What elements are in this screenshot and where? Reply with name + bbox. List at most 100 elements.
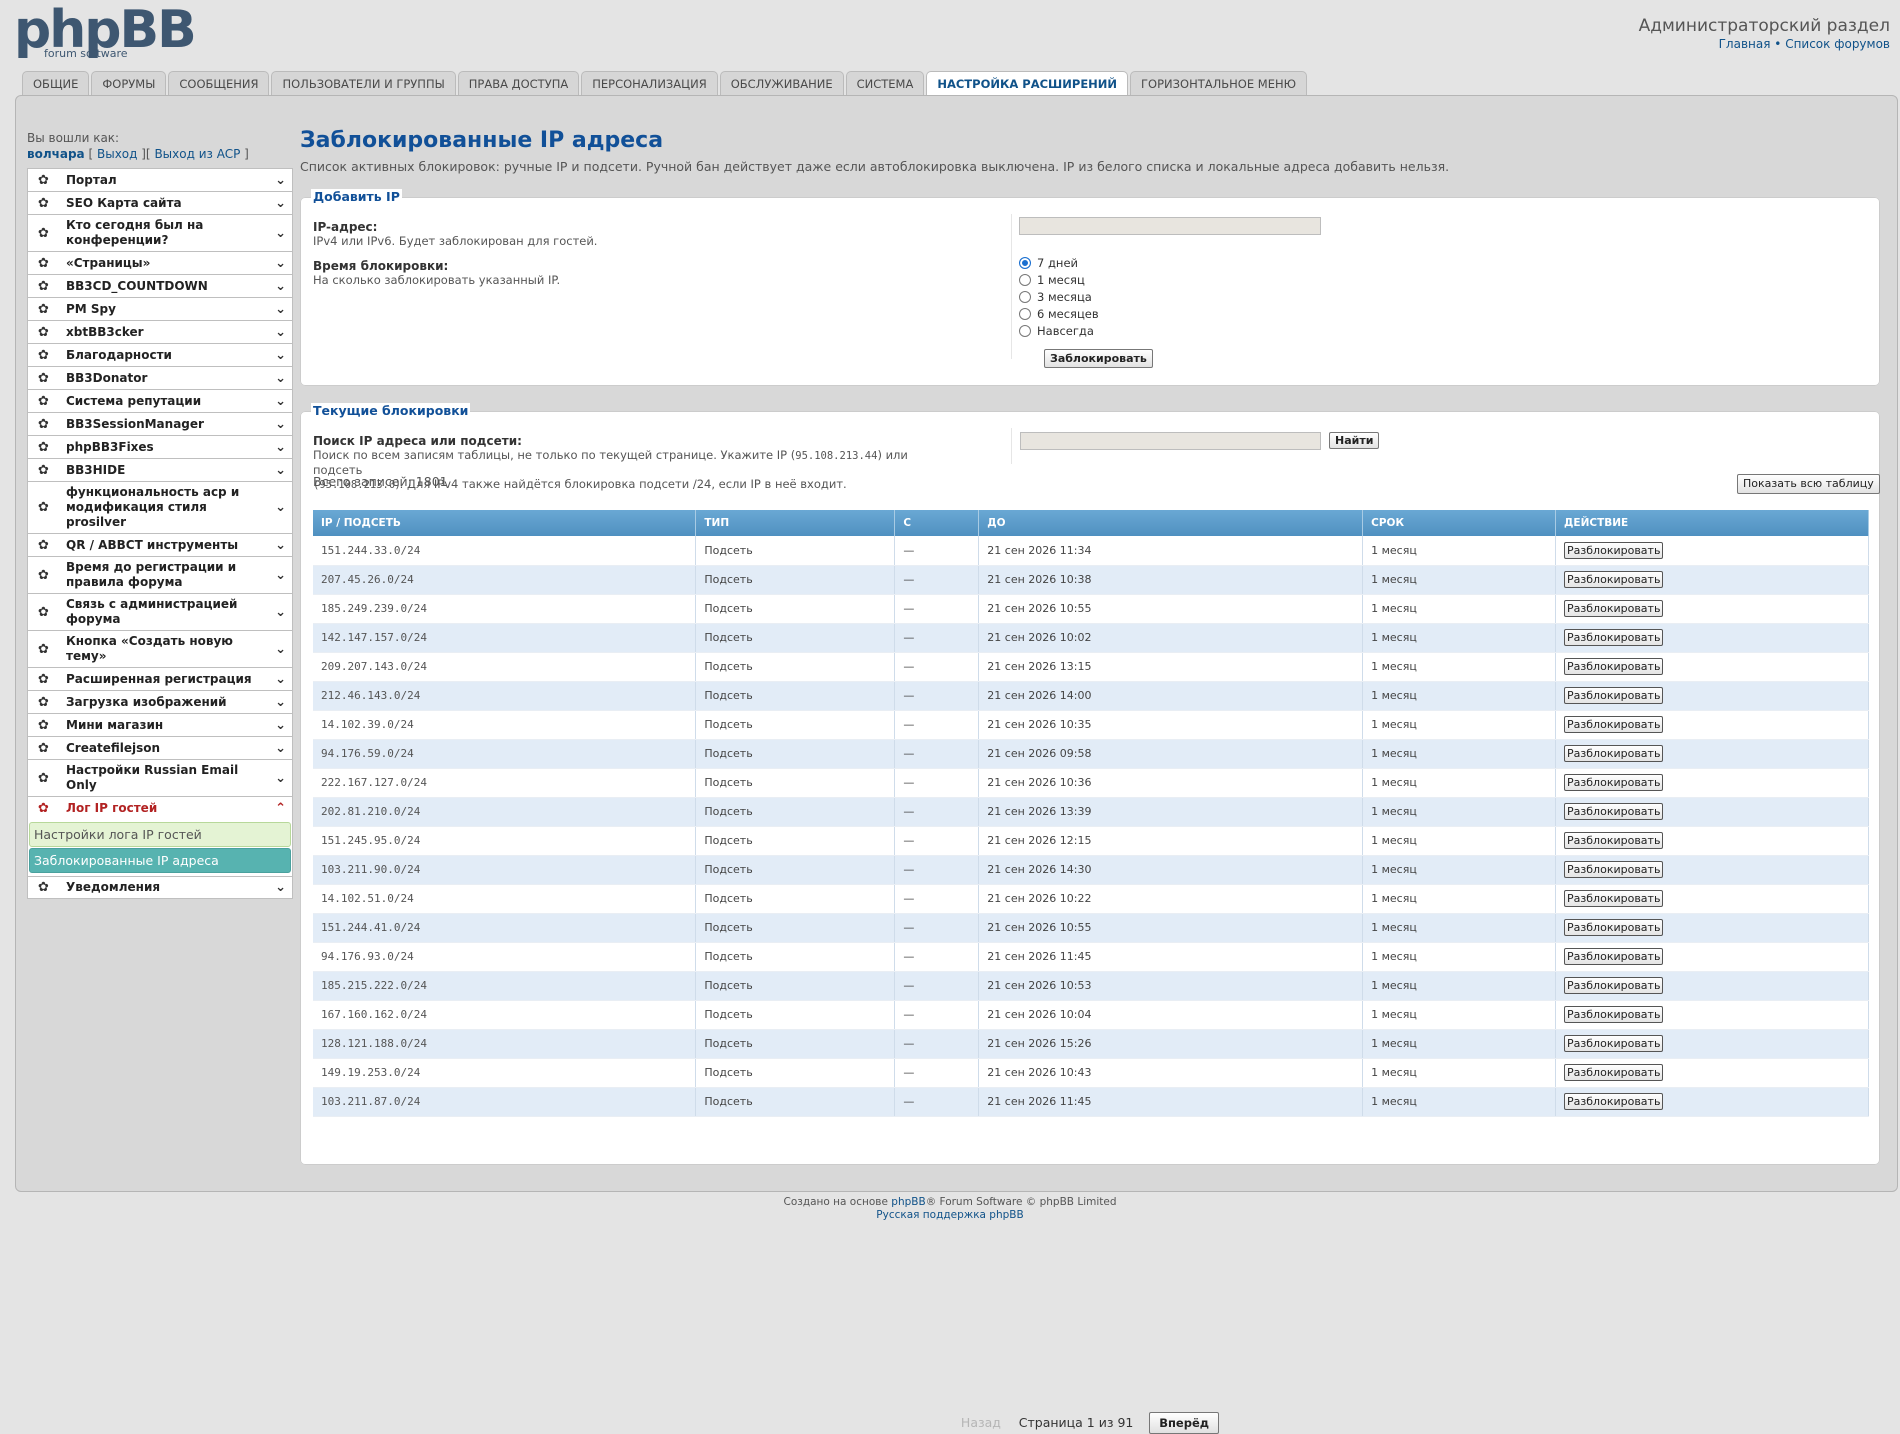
unban-button[interactable]: Разблокировать: [1564, 629, 1664, 646]
radio-button[interactable]: [1019, 274, 1031, 286]
unban-button[interactable]: Разблокировать: [1564, 1064, 1664, 1081]
unban-button[interactable]: Разблокировать: [1564, 1093, 1664, 1110]
column-header: Срок: [1362, 510, 1557, 536]
table-cell: —: [894, 565, 980, 595]
footer-russian-support-link[interactable]: Русская поддержка phpBB: [0, 1209, 1900, 1222]
sidebar-item-4[interactable]: ✿ BB3CD_COUNTDOWN ⌄: [27, 274, 293, 297]
sidebar-item-16[interactable]: ✿ Связь с администрацией форума ⌄: [27, 593, 293, 630]
sidebar-item-12[interactable]: ✿ BB3HIDE ⌄: [27, 458, 293, 481]
sidebar-item-0[interactable]: ✿ Портал ⌄: [27, 168, 293, 191]
tab-2[interactable]: Сообщения: [168, 71, 270, 95]
table-row: 103.211.87.0/24 Подсеть —21 сен 2026 11:45…: [313, 1087, 1869, 1117]
unban-button[interactable]: Разблокировать: [1564, 803, 1664, 820]
unban-button[interactable]: Разблокировать: [1564, 919, 1664, 936]
forum-list-link[interactable]: Список форумов: [1785, 37, 1890, 51]
unban-button[interactable]: Разблокировать: [1564, 1035, 1664, 1052]
unban-button[interactable]: Разблокировать: [1564, 687, 1664, 704]
username-link[interactable]: волчара: [27, 147, 85, 161]
submenu-blocked-ip-addresses[interactable]: Заблокированные IP адреса: [29, 848, 291, 873]
sidebar-item-notifications[interactable]: ✿ Уведомления ⌄: [27, 876, 293, 899]
tab-1[interactable]: Форумы: [91, 71, 167, 95]
tab-5[interactable]: Персонализация: [581, 71, 718, 95]
gear-icon: ✿: [38, 278, 49, 294]
radio-button[interactable]: [1019, 257, 1031, 269]
sidebar-item-5[interactable]: ✿ PM Spy ⌄: [27, 297, 293, 320]
search-button[interactable]: Найти: [1329, 432, 1380, 449]
unban-button[interactable]: Разблокировать: [1564, 745, 1664, 762]
search-ip-input[interactable]: [1020, 432, 1321, 450]
next-page-button[interactable]: Вперёд: [1149, 1412, 1220, 1434]
unban-button[interactable]: Разблокировать: [1564, 774, 1664, 791]
ban-duration-option[interactable]: 1 месяц: [1019, 272, 1099, 289]
ban-duration-option[interactable]: 7 дней: [1019, 255, 1099, 272]
chevron-down-icon: ⌄: [275, 537, 286, 553]
gear-icon: ✿: [38, 347, 49, 363]
menu-item-label: Мини магазин: [66, 717, 164, 732]
current-bans-fieldset: Текущие блокировки Поиск IP адреса или п…: [300, 403, 1880, 1434]
unban-button[interactable]: Разблокировать: [1564, 1006, 1664, 1023]
radio-button[interactable]: [1019, 308, 1031, 320]
phpbb-logo[interactable]: phpBB forum software: [14, 4, 214, 66]
footer-powered-pre: Создано на основе: [783, 1196, 888, 1208]
ban-duration-option[interactable]: 3 месяца: [1019, 289, 1099, 306]
tab-7[interactable]: Система: [845, 71, 925, 95]
table-cell: 21 сен 2026 10:36: [978, 768, 1364, 798]
unban-button[interactable]: Разблокировать: [1564, 890, 1664, 907]
unban-button[interactable]: Разблокировать: [1564, 861, 1664, 878]
sidebar-item-guest-ip-log[interactable]: ✿ Лог IP гостей ⌃: [27, 796, 293, 819]
sidebar-item-18[interactable]: ✿ Расширенная регистрация ⌄: [27, 667, 293, 690]
sidebar-item-1[interactable]: ✿ SEO Карта сайта ⌄: [27, 191, 293, 214]
logout-link[interactable]: Выход: [97, 147, 137, 161]
unban-button[interactable]: Разблокировать: [1564, 977, 1664, 994]
tab-6[interactable]: Обслуживание: [719, 71, 844, 95]
main-content: Заблокированные IP адреса Список активны…: [300, 127, 1880, 1434]
table-cell: 1 месяц: [1362, 971, 1557, 1001]
add-ip-legend: Добавить IP: [311, 189, 402, 204]
search-hint-3: ). Для IPv4 также найдётся блокировка по…: [395, 477, 847, 491]
ban-duration-option[interactable]: 6 месяцев: [1019, 306, 1099, 323]
column-header: Действие: [1555, 510, 1869, 536]
unban-button[interactable]: Разблокировать: [1564, 948, 1664, 965]
sidebar-item-9[interactable]: ✿ Система репутации ⌄: [27, 389, 293, 412]
sidebar-item-10[interactable]: ✿ BB3SessionManager ⌄: [27, 412, 293, 435]
ban-duration-option[interactable]: Навсегда: [1019, 323, 1099, 340]
unban-button[interactable]: Разблокировать: [1564, 658, 1664, 675]
table-cell: 1 месяц: [1362, 536, 1557, 566]
sidebar-item-19[interactable]: ✿ Загрузка изображений ⌄: [27, 690, 293, 713]
unban-button[interactable]: Разблокировать: [1564, 541, 1664, 559]
tab-9[interactable]: Горизонтальное меню: [1130, 71, 1308, 95]
sidebar-item-7[interactable]: ✿ Благодарности ⌄: [27, 343, 293, 366]
block-button[interactable]: Заблокировать: [1044, 349, 1153, 368]
logout-acp-link[interactable]: Выход из ACP: [154, 147, 240, 161]
sidebar-item-22[interactable]: ✿ Настройки Russian Email Only ⌄: [27, 759, 293, 796]
tab-4[interactable]: Права доступа: [457, 71, 580, 95]
table-row: 209.207.143.0/24 Подсеть —21 сен 2026 13:1…: [313, 652, 1869, 682]
radio-button[interactable]: [1019, 325, 1031, 337]
submenu-guest-ip-log-settings[interactable]: Настройки лога IP гостей: [29, 822, 291, 847]
table-cell: 94.176.59.0/24: [313, 739, 697, 769]
sidebar-item-14[interactable]: ✿ QR / ABBCT инструменты ⌄: [27, 533, 293, 556]
sidebar-item-20[interactable]: ✿ Мини магазин ⌄: [27, 713, 293, 736]
sidebar-item-17[interactable]: ✿ Кнопка «Создать новую тему» ⌄: [27, 630, 293, 667]
footer-phpbb-link[interactable]: phpBB: [891, 1196, 925, 1208]
sidebar-item-21[interactable]: ✿ Createfilejson ⌄: [27, 736, 293, 759]
sidebar-item-13[interactable]: ✿ функциональность acp и модификация стил…: [27, 481, 293, 533]
tab-8[interactable]: Настройка расширений: [926, 71, 1129, 96]
sidebar-item-15[interactable]: ✿ Время до регистрации и правила форума ⌄: [27, 556, 293, 593]
ip-address-input[interactable]: [1019, 217, 1321, 235]
sidebar-item-8[interactable]: ✿ BB3Donator ⌄: [27, 366, 293, 389]
sidebar-item-2[interactable]: ✿ Кто сегодня был на конференции? ⌄: [27, 214, 293, 251]
menu-item-label: Лог IP гостей: [66, 800, 158, 815]
home-link[interactable]: Главная: [1719, 37, 1771, 51]
sidebar-item-11[interactable]: ✿ phpBB3Fixes ⌄: [27, 435, 293, 458]
sidebar-item-6[interactable]: ✿ xbtBB3cker ⌄: [27, 320, 293, 343]
show-all-button[interactable]: Показать всю таблицу: [1737, 474, 1880, 494]
radio-button[interactable]: [1019, 291, 1031, 303]
tab-3[interactable]: Пользователи и группы: [271, 71, 456, 95]
unban-button[interactable]: Разблокировать: [1564, 571, 1664, 588]
unban-button[interactable]: Разблокировать: [1564, 832, 1664, 849]
sidebar-item-3[interactable]: ✿ «Страницы» ⌄: [27, 251, 293, 274]
unban-button[interactable]: Разблокировать: [1564, 600, 1664, 617]
unban-button[interactable]: Разблокировать: [1564, 716, 1664, 733]
tab-0[interactable]: Общие: [22, 71, 90, 95]
